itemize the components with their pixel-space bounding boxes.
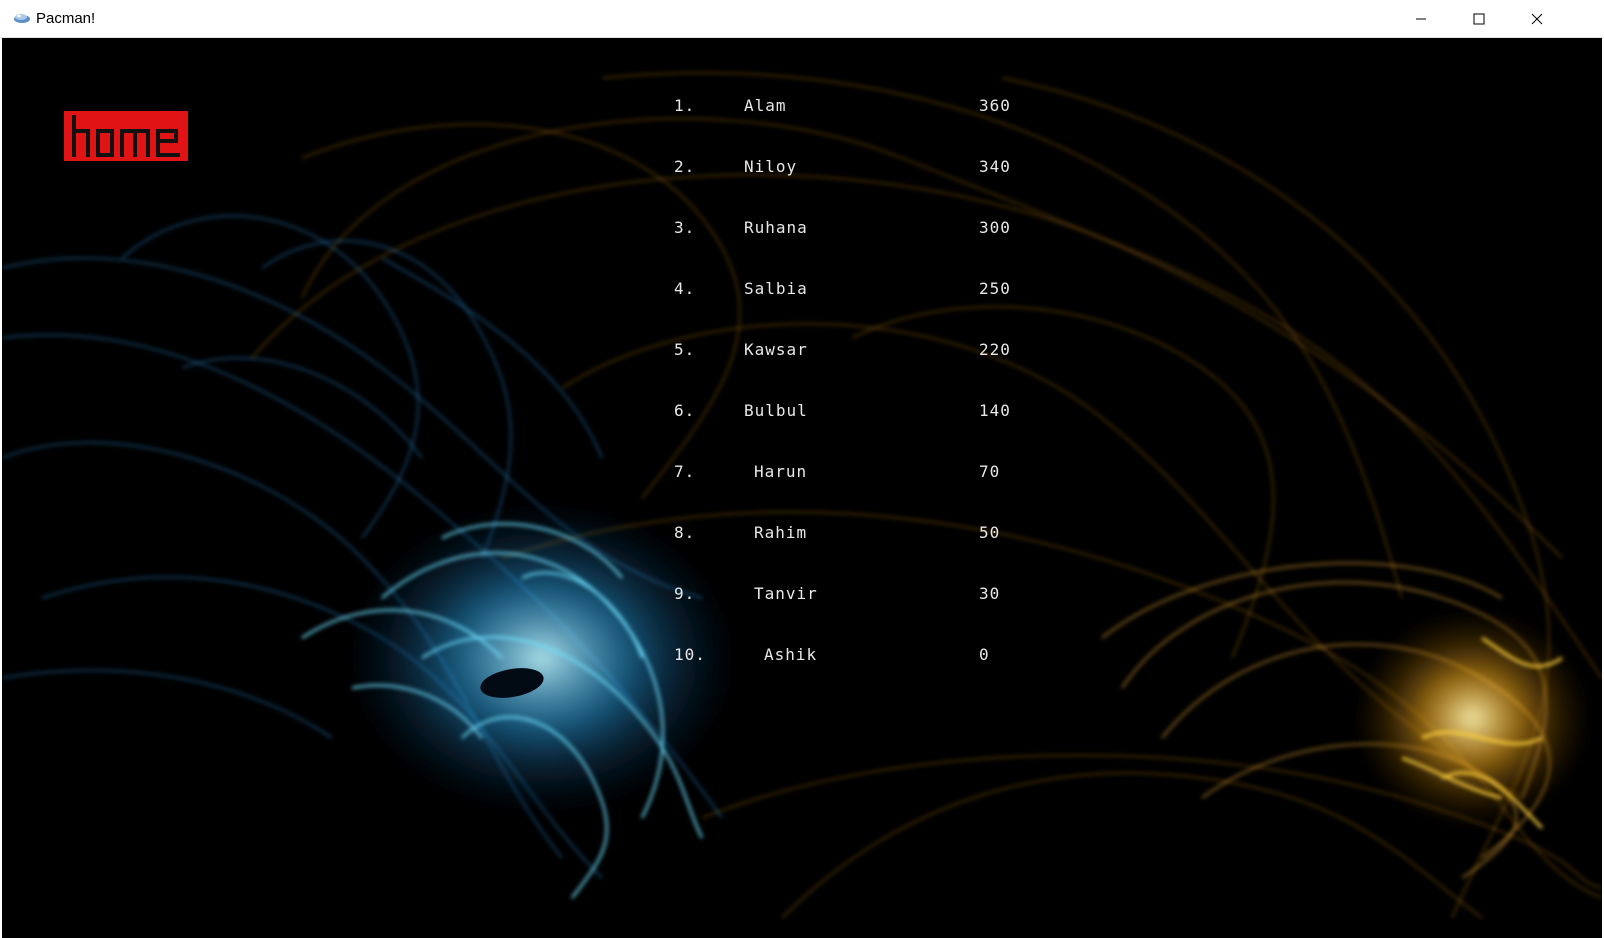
player-score: 50: [979, 523, 1001, 542]
player-score: 70: [979, 462, 1001, 481]
app-icon: [12, 10, 32, 26]
rank-number: 3.: [674, 218, 696, 237]
rank-number: 5.: [674, 340, 696, 359]
player-name: Niloy: [744, 157, 798, 176]
pacman-window: Pacman! 1. Alam 360 2. Niloy 340 3. Ruha…: [0, 0, 1604, 938]
player-name: Salbia: [744, 279, 808, 298]
leaderboard-row: 2. Niloy 340: [2, 157, 1602, 179]
rank-number: 10.: [674, 645, 706, 664]
player-name: Ashik: [764, 645, 818, 664]
player-score: 30: [979, 584, 1001, 603]
close-icon: [1531, 13, 1543, 25]
leaderboard-row: 5. Kawsar 220: [2, 340, 1602, 362]
player-name: Alam: [744, 96, 787, 115]
title-bar[interactable]: Pacman!: [0, 0, 1604, 38]
maximize-icon: [1473, 13, 1485, 25]
player-name: Harun: [754, 462, 808, 481]
player-score: 340: [979, 157, 1011, 176]
leaderboard-row: 9. Tanvir 30: [2, 584, 1602, 606]
leaderboard-row: 4. Salbia 250: [2, 279, 1602, 301]
rank-number: 6.: [674, 401, 696, 420]
rank-number: 2.: [674, 157, 696, 176]
player-name: Bulbul: [744, 401, 808, 420]
player-name: Kawsar: [744, 340, 808, 359]
player-score: 220: [979, 340, 1011, 359]
minimize-icon: [1416, 18, 1426, 20]
minimize-button[interactable]: [1392, 0, 1450, 38]
rank-number: 7.: [674, 462, 696, 481]
player-name: Ruhana: [744, 218, 808, 237]
player-name: Tanvir: [754, 584, 818, 603]
leaderboard-row: 10. Ashik 0: [2, 645, 1602, 667]
leaderboard-row: 6. Bulbul 140: [2, 401, 1602, 423]
close-button[interactable]: [1508, 0, 1566, 38]
rank-number: 8.: [674, 523, 696, 542]
rank-number: 4.: [674, 279, 696, 298]
player-score: 250: [979, 279, 1011, 298]
player-name: Rahim: [754, 523, 808, 542]
player-score: 360: [979, 96, 1011, 115]
player-score: 0: [979, 645, 990, 664]
maximize-button[interactable]: [1450, 0, 1508, 38]
leaderboard-row: 7. Harun 70: [2, 462, 1602, 484]
rank-number: 9.: [674, 584, 696, 603]
leaderboard-row: 8. Rahim 50: [2, 523, 1602, 545]
player-score: 140: [979, 401, 1011, 420]
leaderboard-row: 1. Alam 360: [2, 96, 1602, 118]
leaderboard-row: 3. Ruhana 300: [2, 218, 1602, 240]
window-title: Pacman!: [36, 10, 96, 27]
rank-number: 1.: [674, 96, 696, 115]
player-score: 300: [979, 218, 1011, 237]
game-canvas: 1. Alam 360 2. Niloy 340 3. Ruhana 300 4. Salbia 25…: [2, 38, 1602, 938]
leaderboard: 1. Alam 360 2. Niloy 340 3. Ruhana 300 4. Salbia 25…: [2, 38, 1602, 938]
